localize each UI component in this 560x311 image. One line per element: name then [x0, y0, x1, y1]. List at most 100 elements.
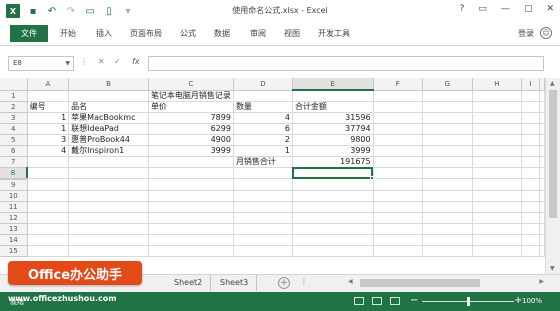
cell-c15[interactable] — [148, 245, 234, 257]
cell-g7[interactable] — [422, 156, 473, 168]
cell-i15[interactable] — [521, 245, 540, 257]
cell-g15[interactable] — [422, 245, 473, 257]
cell-f11[interactable] — [373, 201, 423, 213]
cell-g8[interactable] — [422, 167, 473, 179]
cell-e12[interactable] — [292, 212, 374, 224]
sign-in-link[interactable]: 登录 — [518, 28, 534, 39]
cell-a5[interactable]: 3 — [27, 134, 70, 146]
tab-home[interactable]: 开始 — [60, 28, 76, 39]
scroll-down-icon[interactable]: ▼ — [550, 265, 555, 272]
row-header-11[interactable]: 11 — [0, 201, 28, 213]
cell-a3[interactable]: 1 — [27, 112, 70, 124]
tab-view[interactable]: 视图 — [284, 28, 300, 39]
cell-a2[interactable]: 编号 — [27, 101, 70, 113]
cell-b14[interactable] — [68, 234, 149, 246]
cell-b11[interactable] — [68, 201, 149, 213]
cell-i3[interactable] — [521, 112, 540, 124]
cell-g11[interactable] — [422, 201, 473, 213]
cell-f8[interactable] — [373, 167, 423, 179]
cell-c12[interactable] — [148, 212, 234, 224]
cell-h6[interactable] — [472, 145, 523, 157]
cell-h1[interactable] — [472, 90, 523, 102]
cell-d5[interactable]: 2 — [233, 134, 293, 146]
cell-g12[interactable] — [422, 212, 473, 224]
cell-d9[interactable] — [233, 178, 293, 191]
column-header-f[interactable]: F — [373, 78, 423, 91]
cell-d2[interactable]: 数量 — [233, 101, 293, 113]
row-header-10[interactable]: 10 — [0, 190, 28, 202]
column-header-i[interactable]: I — [521, 78, 540, 91]
cell-g4[interactable] — [422, 123, 473, 135]
column-header-g[interactable]: G — [422, 78, 473, 91]
cell-h2[interactable] — [472, 101, 523, 113]
cell-c10[interactable] — [148, 190, 234, 202]
help-button[interactable]: ? — [460, 4, 465, 14]
cell-b10[interactable] — [68, 190, 149, 202]
zoom-level[interactable]: 100% — [522, 297, 542, 305]
column-header-h[interactable]: H — [472, 78, 523, 91]
cell-f3[interactable] — [373, 112, 423, 124]
cell-h3[interactable] — [472, 112, 523, 124]
cell-a14[interactable] — [27, 234, 70, 246]
cell-h14[interactable] — [472, 234, 523, 246]
tab-developer[interactable]: 开发工具 — [318, 28, 350, 39]
cell-c8[interactable] — [148, 167, 234, 179]
cell-b8[interactable] — [68, 167, 149, 179]
cell-e4[interactable]: 37794 — [292, 123, 374, 135]
cell-g13[interactable] — [422, 223, 473, 235]
cell-a15[interactable] — [27, 245, 70, 257]
scroll-right-icon[interactable]: ▶ — [539, 278, 544, 285]
horizontal-scroll-thumb[interactable] — [360, 279, 480, 287]
cell-i11[interactable] — [521, 201, 540, 213]
cell-h5[interactable] — [472, 134, 523, 146]
cell-h4[interactable] — [472, 123, 523, 135]
cell-g6[interactable] — [422, 145, 473, 157]
cell-d15[interactable] — [233, 245, 293, 257]
worksheet-grid[interactable]: ABCDEFGHI 1 笔记本电脑月销售记录 2 编号 品名 单价 数量 合计金额 3 1 苹果Ma… — [0, 78, 545, 274]
cell-b9[interactable] — [68, 178, 149, 191]
cell-e10[interactable] — [292, 190, 374, 202]
vertical-scroll-thumb[interactable] — [549, 90, 557, 218]
cell-g3[interactable] — [422, 112, 473, 124]
maximize-button[interactable]: ▢ — [524, 4, 533, 14]
cell-a8[interactable] — [27, 167, 70, 179]
formula-input[interactable] — [148, 56, 544, 71]
cell-e3[interactable]: 31596 — [292, 112, 374, 124]
cell-g1[interactable] — [422, 90, 473, 102]
insert-function-button[interactable]: fx — [132, 57, 140, 66]
enter-formula-button[interactable]: ✓ — [114, 57, 121, 66]
cell-h7[interactable] — [472, 156, 523, 168]
cell-c4[interactable]: 6299 — [148, 123, 234, 135]
row-header-15[interactable]: 15 — [0, 245, 28, 257]
cell-c9[interactable] — [148, 178, 234, 191]
cell-i5[interactable] — [521, 134, 540, 146]
chevron-down-icon[interactable]: ▼ — [65, 57, 70, 70]
row-header-1[interactable]: 1 — [0, 90, 28, 102]
cell-e13[interactable] — [292, 223, 374, 235]
cell-b15[interactable] — [68, 245, 149, 257]
cell-i13[interactable] — [521, 223, 540, 235]
cell-f7[interactable] — [373, 156, 423, 168]
cell-f1[interactable] — [373, 90, 423, 102]
cell-i2[interactable] — [521, 101, 540, 113]
cell-b1[interactable] — [68, 90, 149, 102]
cell-c5[interactable]: 4900 — [148, 134, 234, 146]
cell-c1[interactable]: 笔记本电脑月销售记录 — [148, 90, 234, 102]
zoom-out-button[interactable]: − — [410, 295, 418, 306]
add-sheet-button[interactable]: + — [278, 277, 290, 289]
normal-view-icon[interactable] — [354, 297, 364, 305]
cell-a6[interactable]: 4 — [27, 145, 70, 157]
cell-f5[interactable] — [373, 134, 423, 146]
page-layout-view-icon[interactable] — [372, 297, 382, 305]
scroll-left-icon[interactable]: ◀ — [348, 278, 353, 285]
tab-data[interactable]: 数据 — [214, 28, 230, 39]
zoom-slider-thumb[interactable] — [467, 297, 470, 306]
cell-a4[interactable]: 1 — [27, 123, 70, 135]
cell-h9[interactable] — [472, 178, 523, 191]
cell-d4[interactable]: 6 — [233, 123, 293, 135]
row-header-14[interactable]: 14 — [0, 234, 28, 246]
row-header-8[interactable]: 8 — [0, 167, 29, 180]
cell-h10[interactable] — [472, 190, 523, 202]
cell-a13[interactable] — [27, 223, 70, 235]
cell-c14[interactable] — [148, 234, 234, 246]
